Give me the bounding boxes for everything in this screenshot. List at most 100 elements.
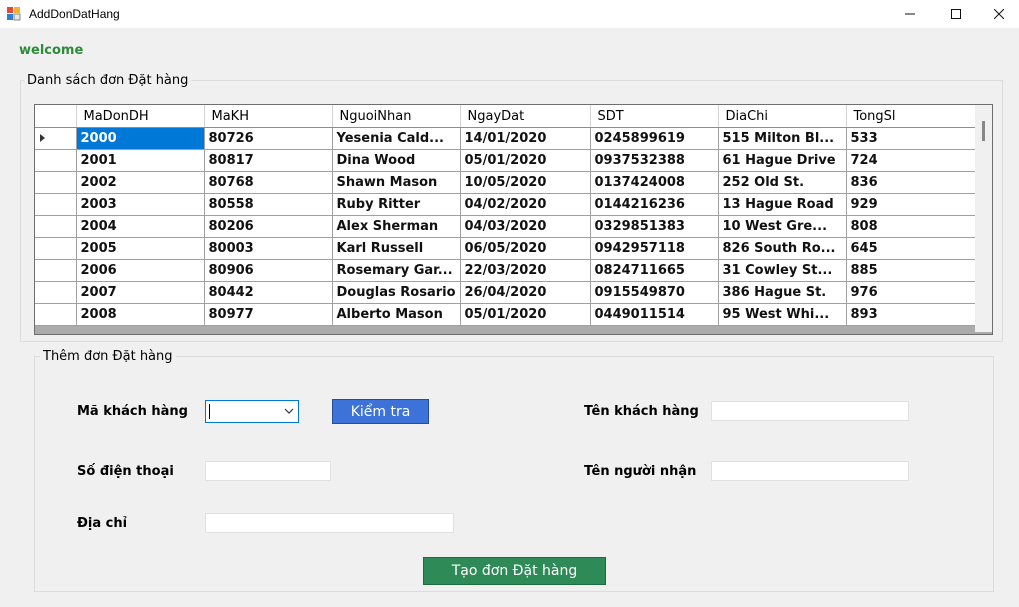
cell-diachi[interactable]: 252 Old St. <box>718 171 847 194</box>
column-header-nguoinhan[interactable]: NguoiNhan <box>332 105 461 128</box>
row-header[interactable] <box>35 193 77 216</box>
so-dien-thoai-field[interactable] <box>205 461 331 481</box>
cell-sdt[interactable]: 0329851383 <box>590 215 719 238</box>
cell-sdt[interactable]: 0137424008 <box>590 171 719 194</box>
cell-makh[interactable]: 80906 <box>204 259 333 282</box>
cell-madondh[interactable]: 2000 <box>76 127 205 150</box>
cell-makh[interactable]: 80726 <box>204 127 333 150</box>
cell-makh[interactable]: 80442 <box>204 281 333 304</box>
row-header[interactable] <box>35 215 77 238</box>
cell-makh[interactable]: 80206 <box>204 215 333 238</box>
ten-nguoi-nhan-field[interactable] <box>711 461 909 481</box>
cell-sdt[interactable]: 0942957118 <box>590 237 719 260</box>
cell-ngaydat[interactable]: 06/05/2020 <box>460 237 591 260</box>
cell-makh[interactable]: 80003 <box>204 237 333 260</box>
dia-chi-field[interactable] <box>205 513 454 533</box>
cell-tongsl[interactable]: 808 <box>846 215 976 238</box>
row-header[interactable] <box>35 127 77 150</box>
cell-diachi[interactable]: 95 West Whi... <box>718 303 847 326</box>
cell-nguoinhan[interactable]: Douglas Rosario <box>332 281 461 304</box>
kiem-tra-button[interactable]: Kiểm tra <box>332 399 429 424</box>
cell-diachi[interactable]: 61 Hague Drive <box>718 149 847 172</box>
cell-sdt[interactable]: 0245899619 <box>590 127 719 150</box>
cell-tongsl[interactable]: 645 <box>846 237 976 260</box>
cell-diachi[interactable]: 826 South Ro... <box>718 237 847 260</box>
cell-tongsl[interactable]: 724 <box>846 149 976 172</box>
table-row[interactable]: 2000 80726 Yesenia Cald... 14/01/2020 02… <box>35 127 976 150</box>
cell-madondh[interactable]: 2003 <box>76 193 205 216</box>
cell-makh[interactable]: 80977 <box>204 303 333 326</box>
ten-khach-hang-field[interactable] <box>711 401 909 421</box>
cell-tongsl[interactable]: 533 <box>846 127 976 150</box>
row-header[interactable] <box>35 149 77 172</box>
row-header[interactable] <box>35 303 77 326</box>
column-header-ngaydat[interactable]: NgayDat <box>460 105 591 128</box>
cell-ngaydat[interactable]: 05/01/2020 <box>460 303 591 326</box>
cell-diachi[interactable]: 386 Hague St. <box>718 281 847 304</box>
table-row[interactable]: 2002 80768 Shawn Mason 10/05/2020 013742… <box>35 171 976 194</box>
cell-sdt[interactable]: 0144216236 <box>590 193 719 216</box>
column-header-diachi[interactable]: DiaChi <box>718 105 847 128</box>
cell-ngaydat[interactable]: 04/03/2020 <box>460 215 591 238</box>
orders-grid[interactable]: MaDonDH MaKH NguoiNhan NgayDat SDT DiaCh… <box>34 104 993 335</box>
column-header-sdt[interactable]: SDT <box>590 105 719 128</box>
cell-madondh[interactable]: 2006 <box>76 259 205 282</box>
cell-tongsl[interactable]: 836 <box>846 171 976 194</box>
cell-madondh[interactable]: 2008 <box>76 303 205 326</box>
cell-nguoinhan[interactable]: Ruby Ritter <box>332 193 461 216</box>
cell-tongsl[interactable]: 976 <box>846 281 976 304</box>
cell-diachi[interactable]: 10 West Gre... <box>718 215 847 238</box>
cell-diachi[interactable]: 13 Hague Road <box>718 193 847 216</box>
cell-diachi[interactable]: 31 Cowley St... <box>718 259 847 282</box>
cell-tongsl[interactable]: 929 <box>846 193 976 216</box>
cell-diachi[interactable]: 515 Milton Bl... <box>718 127 847 150</box>
cell-sdt[interactable]: 0937532388 <box>590 149 719 172</box>
cell-tongsl[interactable]: 885 <box>846 259 976 282</box>
cell-makh[interactable]: 80768 <box>204 171 333 194</box>
close-button[interactable] <box>979 0 1019 28</box>
table-row[interactable]: 2007 80442 Douglas Rosario 26/04/2020 09… <box>35 281 976 304</box>
cell-nguoinhan[interactable]: Shawn Mason <box>332 171 461 194</box>
ma-khach-hang-combobox[interactable] <box>205 400 299 423</box>
table-row[interactable]: 2008 80977 Alberto Mason 05/01/2020 0449… <box>35 303 976 326</box>
column-header-tongsl[interactable]: TongSl <box>846 105 976 128</box>
tao-don-dat-hang-button[interactable]: Tạo đơn Đặt hàng <box>423 557 606 585</box>
cell-madondh[interactable]: 2005 <box>76 237 205 260</box>
cell-nguoinhan[interactable]: Dina Wood <box>332 149 461 172</box>
cell-nguoinhan[interactable]: Karl Russell <box>332 237 461 260</box>
row-header[interactable] <box>35 259 77 282</box>
column-header-makh[interactable]: MaKH <box>204 105 333 128</box>
grid-vertical-scrollbar[interactable] <box>975 105 992 332</box>
cell-madondh[interactable]: 2001 <box>76 149 205 172</box>
column-header-madondh[interactable]: MaDonDH <box>76 105 205 128</box>
cell-madondh[interactable]: 2004 <box>76 215 205 238</box>
cell-sdt[interactable]: 0824711665 <box>590 259 719 282</box>
cell-makh[interactable]: 80558 <box>204 193 333 216</box>
cell-sdt[interactable]: 0449011514 <box>590 303 719 326</box>
row-header[interactable] <box>35 171 77 194</box>
cell-nguoinhan[interactable]: Rosemary Gar... <box>332 259 461 282</box>
cell-ngaydat[interactable]: 10/05/2020 <box>460 171 591 194</box>
maximize-button[interactable] <box>933 0 979 28</box>
cell-ngaydat[interactable]: 22/03/2020 <box>460 259 591 282</box>
cell-ngaydat[interactable]: 26/04/2020 <box>460 281 591 304</box>
cell-madondh[interactable]: 2007 <box>76 281 205 304</box>
cell-madondh[interactable]: 2002 <box>76 171 205 194</box>
cell-makh[interactable]: 80817 <box>204 149 333 172</box>
table-row[interactable]: 2004 80206 Alex Sherman 04/03/2020 03298… <box>35 215 976 238</box>
cell-nguoinhan[interactable]: Alberto Mason <box>332 303 461 326</box>
table-row[interactable]: 2005 80003 Karl Russell 06/05/2020 09429… <box>35 237 976 260</box>
cell-ngaydat[interactable]: 05/01/2020 <box>460 149 591 172</box>
cell-tongsl[interactable]: 893 <box>846 303 976 326</box>
row-header[interactable] <box>35 237 77 260</box>
row-header[interactable] <box>35 281 77 304</box>
cell-ngaydat[interactable]: 14/01/2020 <box>460 127 591 150</box>
cell-sdt[interactable]: 0915549870 <box>590 281 719 304</box>
cell-nguoinhan[interactable]: Yesenia Cald... <box>332 127 461 150</box>
minimize-button[interactable] <box>887 0 933 28</box>
table-row[interactable]: 2001 80817 Dina Wood 05/01/2020 09375323… <box>35 149 976 172</box>
scrollbar-thumb[interactable] <box>982 121 985 141</box>
table-row[interactable]: 2006 80906 Rosemary Gar... 22/03/2020 08… <box>35 259 976 282</box>
cell-nguoinhan[interactable]: Alex Sherman <box>332 215 461 238</box>
table-row[interactable]: 2003 80558 Ruby Ritter 04/02/2020 014421… <box>35 193 976 216</box>
